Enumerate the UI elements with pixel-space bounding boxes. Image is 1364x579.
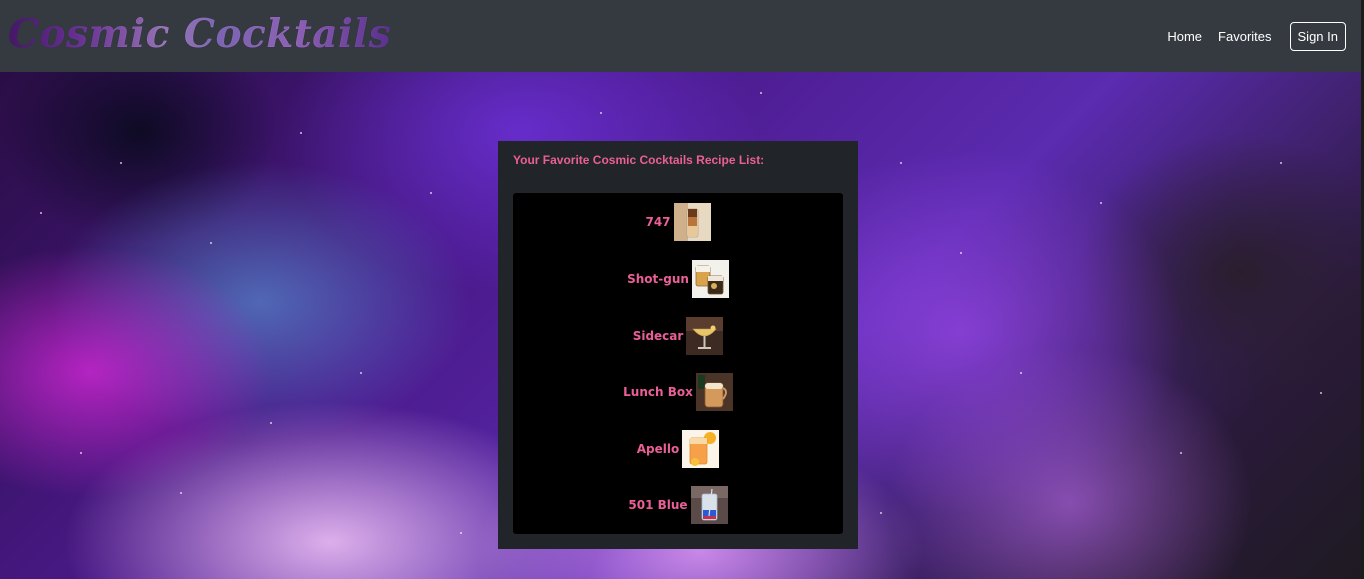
nav-links: Home Favorites Sign In [1151,21,1346,51]
beer-mug-thumbnail[interactable] [695,373,733,411]
layered-shot-glass-thumbnail[interactable] [673,203,711,241]
list-item[interactable]: Apello [513,430,843,468]
list-item[interactable]: 501 Blue [513,486,843,524]
brand-logo[interactable]: Cosmic Cocktails [8,14,391,54]
top-navbar: Cosmic Cocktails Home Favorites Sign In [0,0,1361,72]
list-item[interactable]: Lunch Box [513,373,843,411]
favorites-panel: Your Favorite Cosmic Cocktails Recipe Li… [498,141,858,549]
list-item[interactable]: Sidecar [513,317,843,355]
nav-home-link[interactable]: Home [1167,29,1202,44]
list-item[interactable]: 747 [513,203,843,241]
list-item[interactable]: Shot-gun [513,260,843,298]
panel-title: Your Favorite Cosmic Cocktails Recipe Li… [513,153,765,167]
recipe-name[interactable]: Shot-gun [627,272,689,286]
nav-favorites-link[interactable]: Favorites [1218,29,1271,44]
orange-drink-thumbnail[interactable] [682,430,720,468]
recipe-name[interactable]: Sidecar [633,329,684,343]
recipe-name[interactable]: 501 Blue [628,498,687,512]
blue-layered-glass-thumbnail[interactable] [690,486,728,524]
recipe-name[interactable]: 747 [645,215,670,229]
coupe-glass-thumbnail[interactable] [686,317,724,355]
recipe-name[interactable]: Apello [637,442,680,456]
recipe-name[interactable]: Lunch Box [623,385,693,399]
whiskey-tumblers-thumbnail[interactable] [691,260,729,298]
sign-in-button[interactable]: Sign In [1289,21,1346,51]
favorites-list: 747 Shot-gun Sidecar Lunch Box Apello 50… [513,193,843,534]
